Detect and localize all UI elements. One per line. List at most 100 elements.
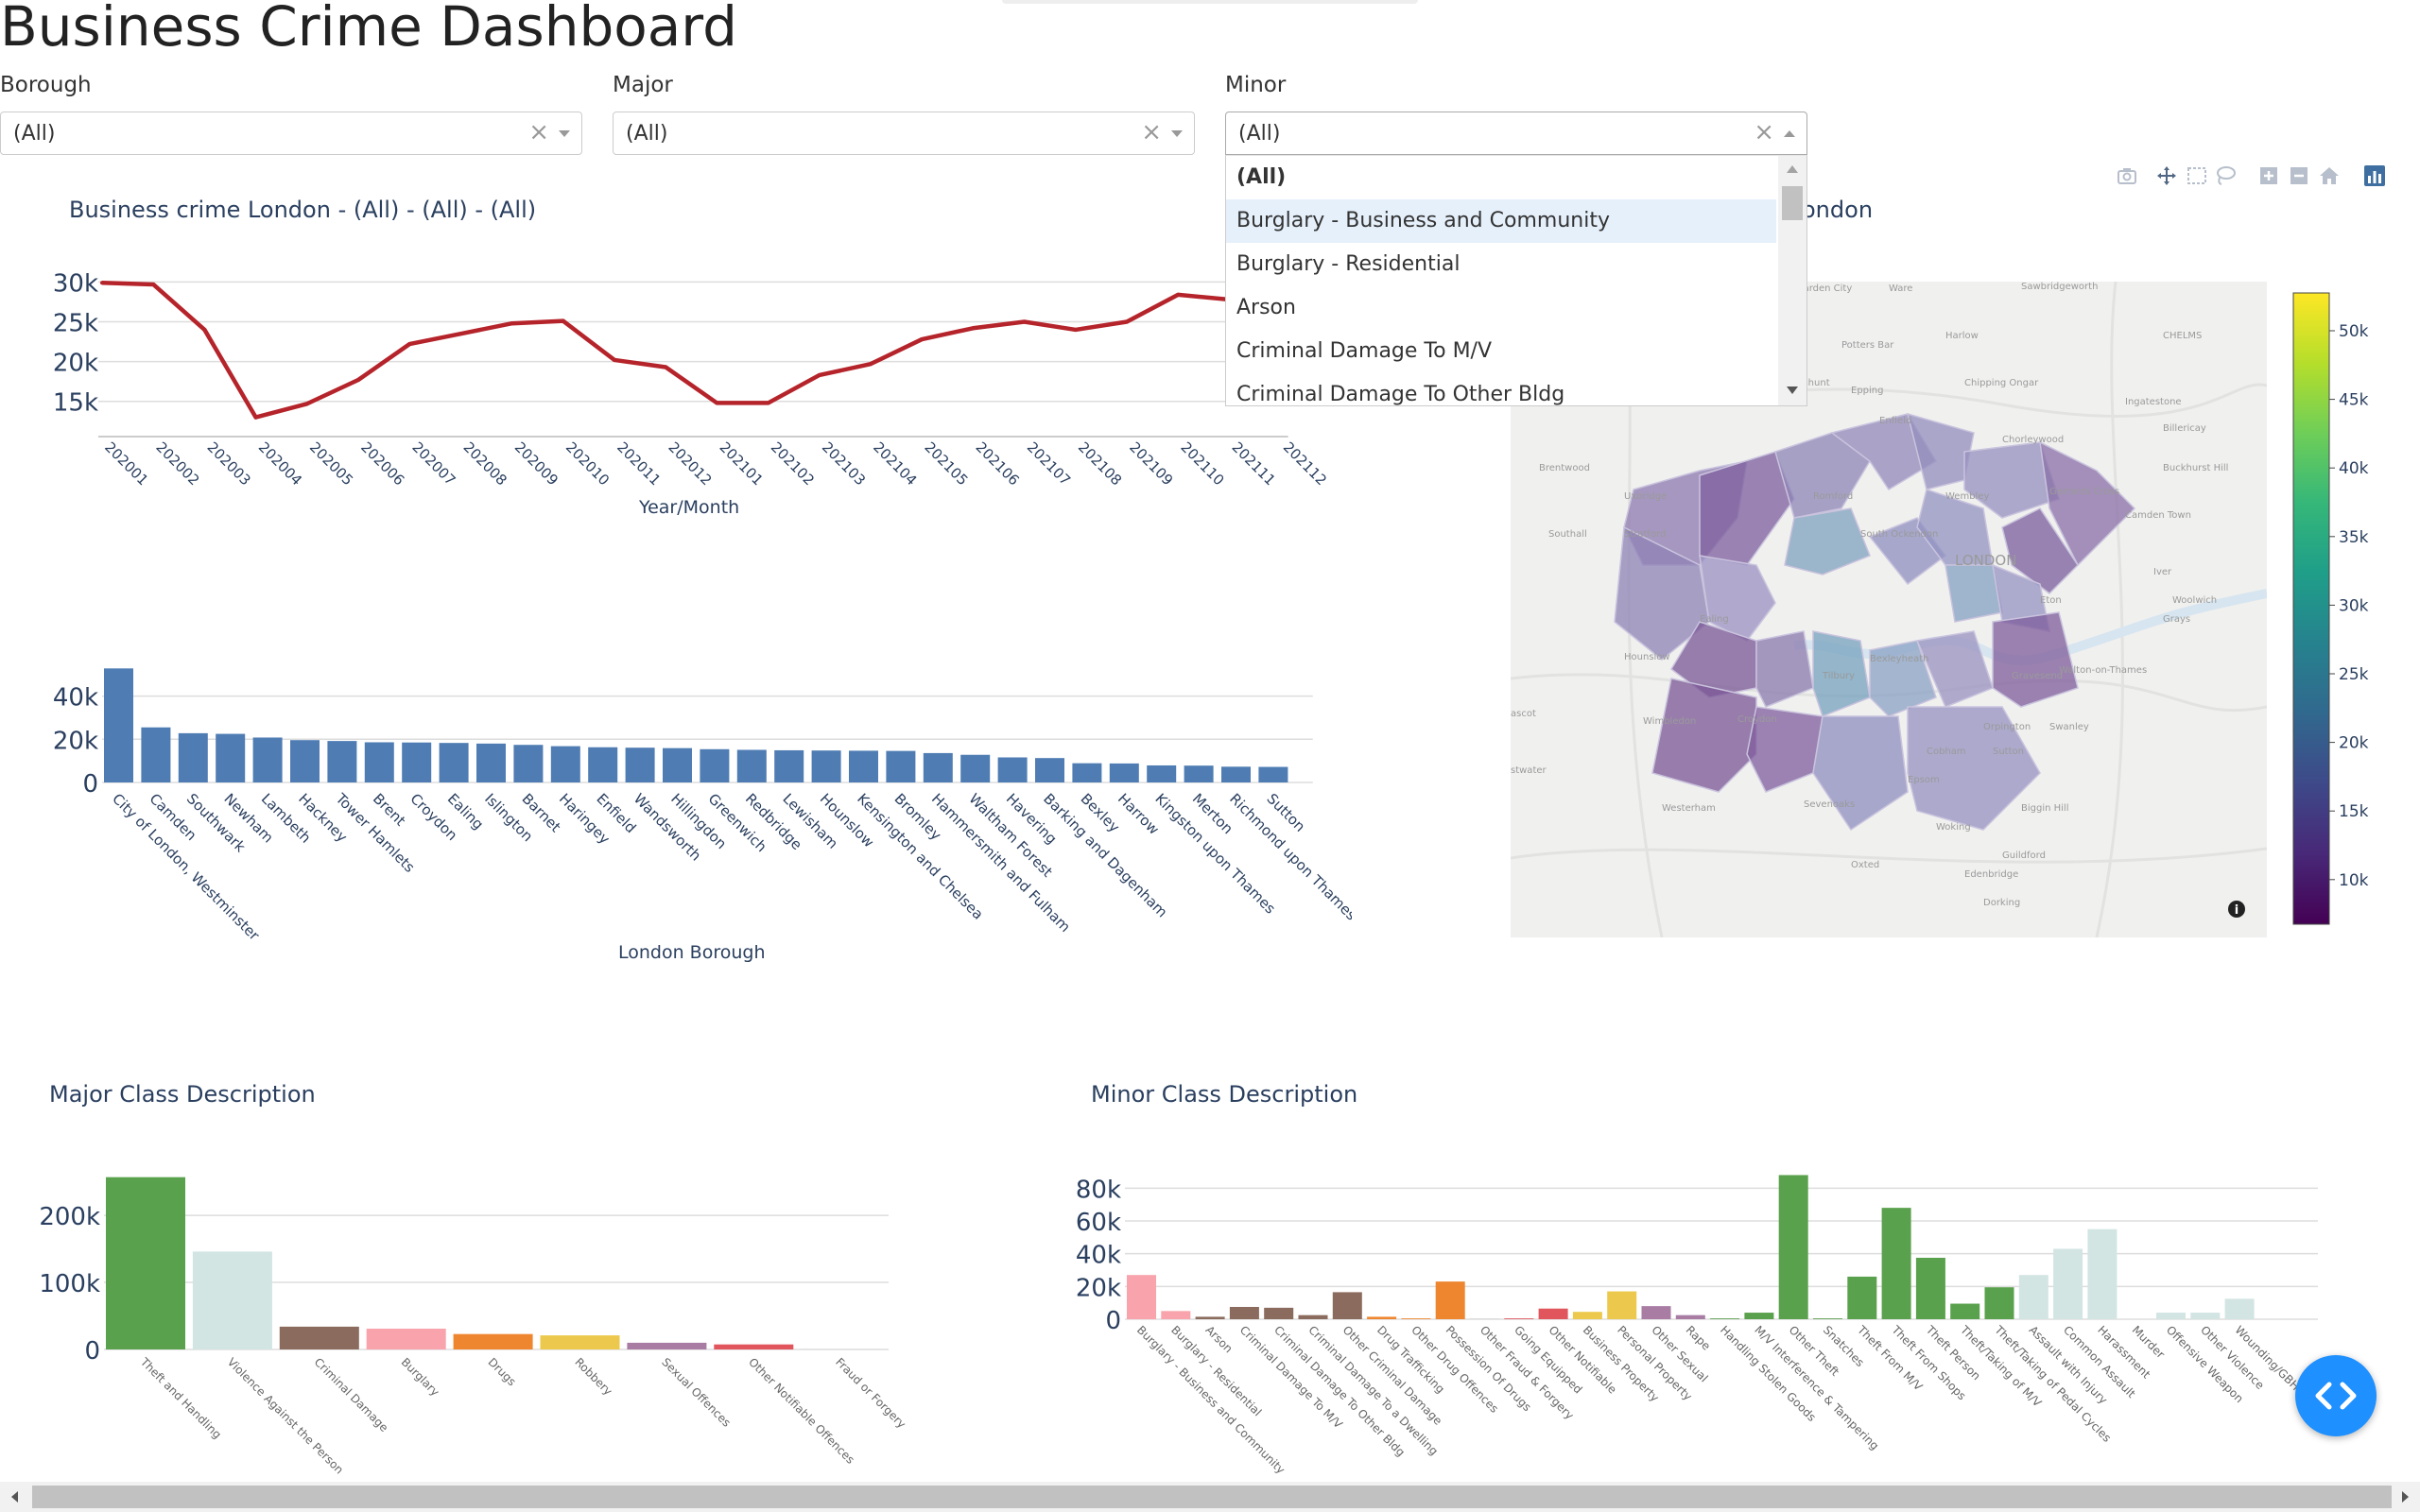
map-place-label: Gerrards Cross: [2049, 487, 2119, 497]
borough-bar: [849, 750, 878, 782]
minor-option[interactable]: Burglary - Business and Community: [1226, 199, 1776, 243]
minor-option[interactable]: Arson: [1226, 286, 1776, 330]
y-tick-label: 40k: [53, 684, 98, 713]
map-road: [2095, 282, 2124, 937]
chevron-down-icon[interactable]: [559, 130, 570, 137]
code-toggle-button[interactable]: [2295, 1355, 2377, 1436]
major-class-bar: [540, 1335, 620, 1349]
chevron-up-icon[interactable]: [1784, 130, 1795, 137]
pan-icon[interactable]: [2155, 164, 2178, 187]
trend-point: [356, 378, 360, 382]
x-tick-label: 202004: [255, 438, 305, 489]
borough-x-axis-label: London Borough: [618, 942, 766, 963]
trend-series-line: [101, 281, 1281, 420]
camera-icon[interactable]: [2116, 164, 2138, 187]
trend-x-axis-label: Year/Month: [639, 497, 740, 518]
map-place-label: Cobham: [1927, 747, 1966, 757]
minor-class-bar: [1195, 1316, 1225, 1319]
clear-icon[interactable]: ×: [1754, 118, 1774, 146]
minor-class-bar: [2156, 1313, 2186, 1319]
x-tick-label: 202009: [511, 438, 562, 489]
dropdown-scroll-thumb[interactable]: [1782, 186, 1803, 220]
dropdown-scrollbar[interactable]: [1778, 156, 1806, 405]
borough-bar-chart[interactable]: 020k40kCity of London, WestminsterCamden…: [0, 652, 1352, 964]
map-place-label: Romford: [1813, 491, 1853, 502]
borough-bar: [736, 749, 767, 782]
chevron-down-icon[interactable]: [1171, 130, 1183, 137]
x-tick-label: Rape: [1684, 1323, 1713, 1352]
map-place-label: CHELMS: [2163, 331, 2202, 341]
borough-dropdown[interactable]: (All) ×: [0, 112, 582, 155]
trend-point: [151, 282, 156, 286]
x-tick-label: Burglary: [399, 1355, 442, 1399]
map-place-label: Sawbridgeworth: [2021, 282, 2098, 292]
scroll-left-arrow-icon[interactable]: [8, 1489, 23, 1504]
trend-point: [664, 365, 668, 369]
minor-class-bar: [1847, 1276, 1877, 1319]
clear-icon[interactable]: ×: [528, 118, 549, 146]
minor-dropdown-menu: (All) Burglary - Business and Community …: [1225, 155, 1807, 406]
borough-bar: [700, 748, 730, 782]
trend-point: [1125, 319, 1129, 324]
page-horizontal-scrollbar[interactable]: [0, 1482, 2420, 1512]
page-title: Business Crime Dashboard: [0, 0, 737, 59]
lasso-icon[interactable]: [2214, 164, 2237, 187]
colorbar-tick-label: 15k: [2339, 802, 2369, 821]
borough-bar: [252, 737, 283, 782]
borough-bar: [886, 750, 916, 782]
plotly-logo-icon[interactable]: [2363, 164, 2386, 187]
zoom-out-icon[interactable]: [2288, 164, 2310, 187]
minor-option[interactable]: Criminal Damage To Other Bldg: [1226, 373, 1776, 405]
minor-class-bar: [1813, 1318, 1842, 1319]
x-tick-label: 202102: [768, 438, 818, 489]
major-dropdown[interactable]: (All) ×: [613, 112, 1195, 155]
map-place-label: Ware: [1889, 284, 1912, 294]
minor-class-bar: [1298, 1314, 1328, 1319]
map-place-label: Chipping Ongar: [1964, 378, 2039, 388]
x-tick-label: M/V Interference & Tampering: [1752, 1323, 1881, 1452]
scroll-right-arrow-icon[interactable]: [2397, 1489, 2412, 1504]
minor-class-bar: [1127, 1275, 1156, 1319]
y-tick-label: 25k: [53, 310, 98, 338]
minor-dropdown[interactable]: (All) ×: [1225, 112, 1807, 155]
map-place-label: Biggin Hill: [2021, 803, 2068, 814]
box-select-icon[interactable]: [2186, 164, 2208, 187]
trend-chart-title: Business crime London - (All) - (All) - …: [69, 197, 537, 223]
map-place-label: ascot: [1511, 709, 1536, 719]
map-place-label: Woking: [1936, 822, 1971, 833]
map-colorbar: 50k 45k 40k 35k 30k 25k 20k 15k 10k: [2292, 292, 2369, 925]
map-place-label: Tilbury: [1822, 671, 1855, 681]
map-place-label: South Ockendon: [1860, 529, 1938, 540]
map-place-label: Ealing: [1700, 614, 1729, 625]
minor-class-bar: [2053, 1248, 2083, 1319]
y-tick-label: 20k: [53, 350, 98, 378]
borough-bar: [364, 742, 394, 782]
zoom-in-icon[interactable]: [2257, 164, 2280, 187]
x-tick-label: 202010: [562, 438, 613, 489]
x-tick-label: 202109: [1126, 438, 1176, 489]
minor-class-bar-chart[interactable]: 020k40k60k80kBurglary - Business and Com…: [1040, 1153, 2325, 1474]
scroll-up-arrow-icon[interactable]: [1787, 165, 1798, 173]
map-place-label: Hounslow: [1624, 652, 1670, 662]
minor-option[interactable]: (All): [1226, 156, 1776, 199]
borough-region: [1992, 611, 2079, 708]
colorbar-tick-label: 40k: [2339, 459, 2369, 478]
y-tick-label: 60k: [1076, 1209, 1121, 1237]
major-filter-label: Major: [613, 73, 673, 97]
minor-filter-label: Minor: [1225, 73, 1287, 97]
horizontal-scroll-thumb[interactable]: [32, 1486, 2392, 1508]
minor-class-bar: [1607, 1291, 1637, 1319]
y-tick-label: 0: [82, 770, 98, 799]
reset-home-icon[interactable]: [2318, 164, 2341, 187]
minor-option[interactable]: Criminal Damage To M/V: [1226, 330, 1776, 373]
scroll-down-arrow-icon[interactable]: [1787, 387, 1798, 394]
major-class-bar-chart[interactable]: 0100k200kTheft and Handling Violence Agai…: [0, 1153, 945, 1474]
map-place-label: Buckhurst Hill: [2163, 463, 2228, 473]
trend-line-chart[interactable]: 15k20k25k30k202001 202002 202003 202004 2020…: [0, 255, 1342, 539]
map-place-label: Billericay: [2163, 423, 2206, 434]
minor-option[interactable]: Burglary - Residential: [1226, 243, 1776, 286]
info-icon[interactable]: i: [2227, 900, 2246, 919]
trend-point: [100, 281, 104, 285]
clear-icon[interactable]: ×: [1141, 118, 1162, 146]
minor-class-bar: [1778, 1175, 1808, 1319]
